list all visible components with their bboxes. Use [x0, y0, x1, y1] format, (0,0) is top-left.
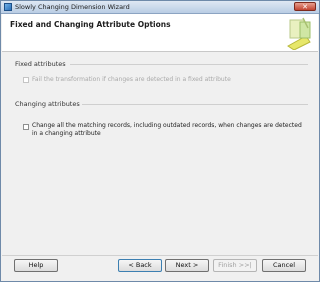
changing-attributes-label: Changing attributes	[15, 100, 80, 108]
fail-transformation-label: Fail the transformation if changes are d…	[32, 76, 231, 83]
finish-button-label: Finish >>|	[218, 261, 252, 269]
wizard-header: Fixed and Changing Attribute Options	[2, 14, 318, 52]
next-button-label: Next >	[175, 261, 199, 269]
back-button-label: < Back	[128, 261, 152, 269]
section-divider	[82, 104, 308, 105]
next-button[interactable]: Next >	[165, 259, 209, 272]
cancel-button-label: Cancel	[272, 261, 296, 269]
close-button[interactable]: ✕	[294, 2, 316, 11]
page-title: Fixed and Changing Attribute Options	[10, 20, 171, 29]
fixed-attributes-label: Fixed attributes	[15, 60, 66, 68]
fail-transformation-checkbox[interactable]	[23, 77, 29, 83]
finish-button[interactable]: Finish >>|	[213, 259, 257, 272]
help-button[interactable]: Help	[14, 259, 58, 272]
footer-divider	[2, 255, 318, 256]
wizard-graphic-icon	[287, 17, 311, 50]
wizard-window: Slowly Changing Dimension Wizard ✕ Fixed…	[0, 0, 320, 282]
cancel-button[interactable]: Cancel	[262, 259, 306, 272]
window-title: Slowly Changing Dimension Wizard	[15, 3, 130, 11]
app-icon	[4, 3, 12, 11]
wizard-content: Fixed attributes Fail the transformation…	[2, 52, 318, 256]
section-divider	[70, 64, 308, 65]
title-bar[interactable]: Slowly Changing Dimension Wizard ✕	[1, 1, 319, 14]
back-button[interactable]: < Back	[118, 259, 162, 272]
change-all-records-label: Change all the matching records, includi…	[32, 122, 302, 137]
change-all-records-checkbox[interactable]	[23, 124, 29, 130]
help-button-label: Help	[28, 261, 44, 269]
